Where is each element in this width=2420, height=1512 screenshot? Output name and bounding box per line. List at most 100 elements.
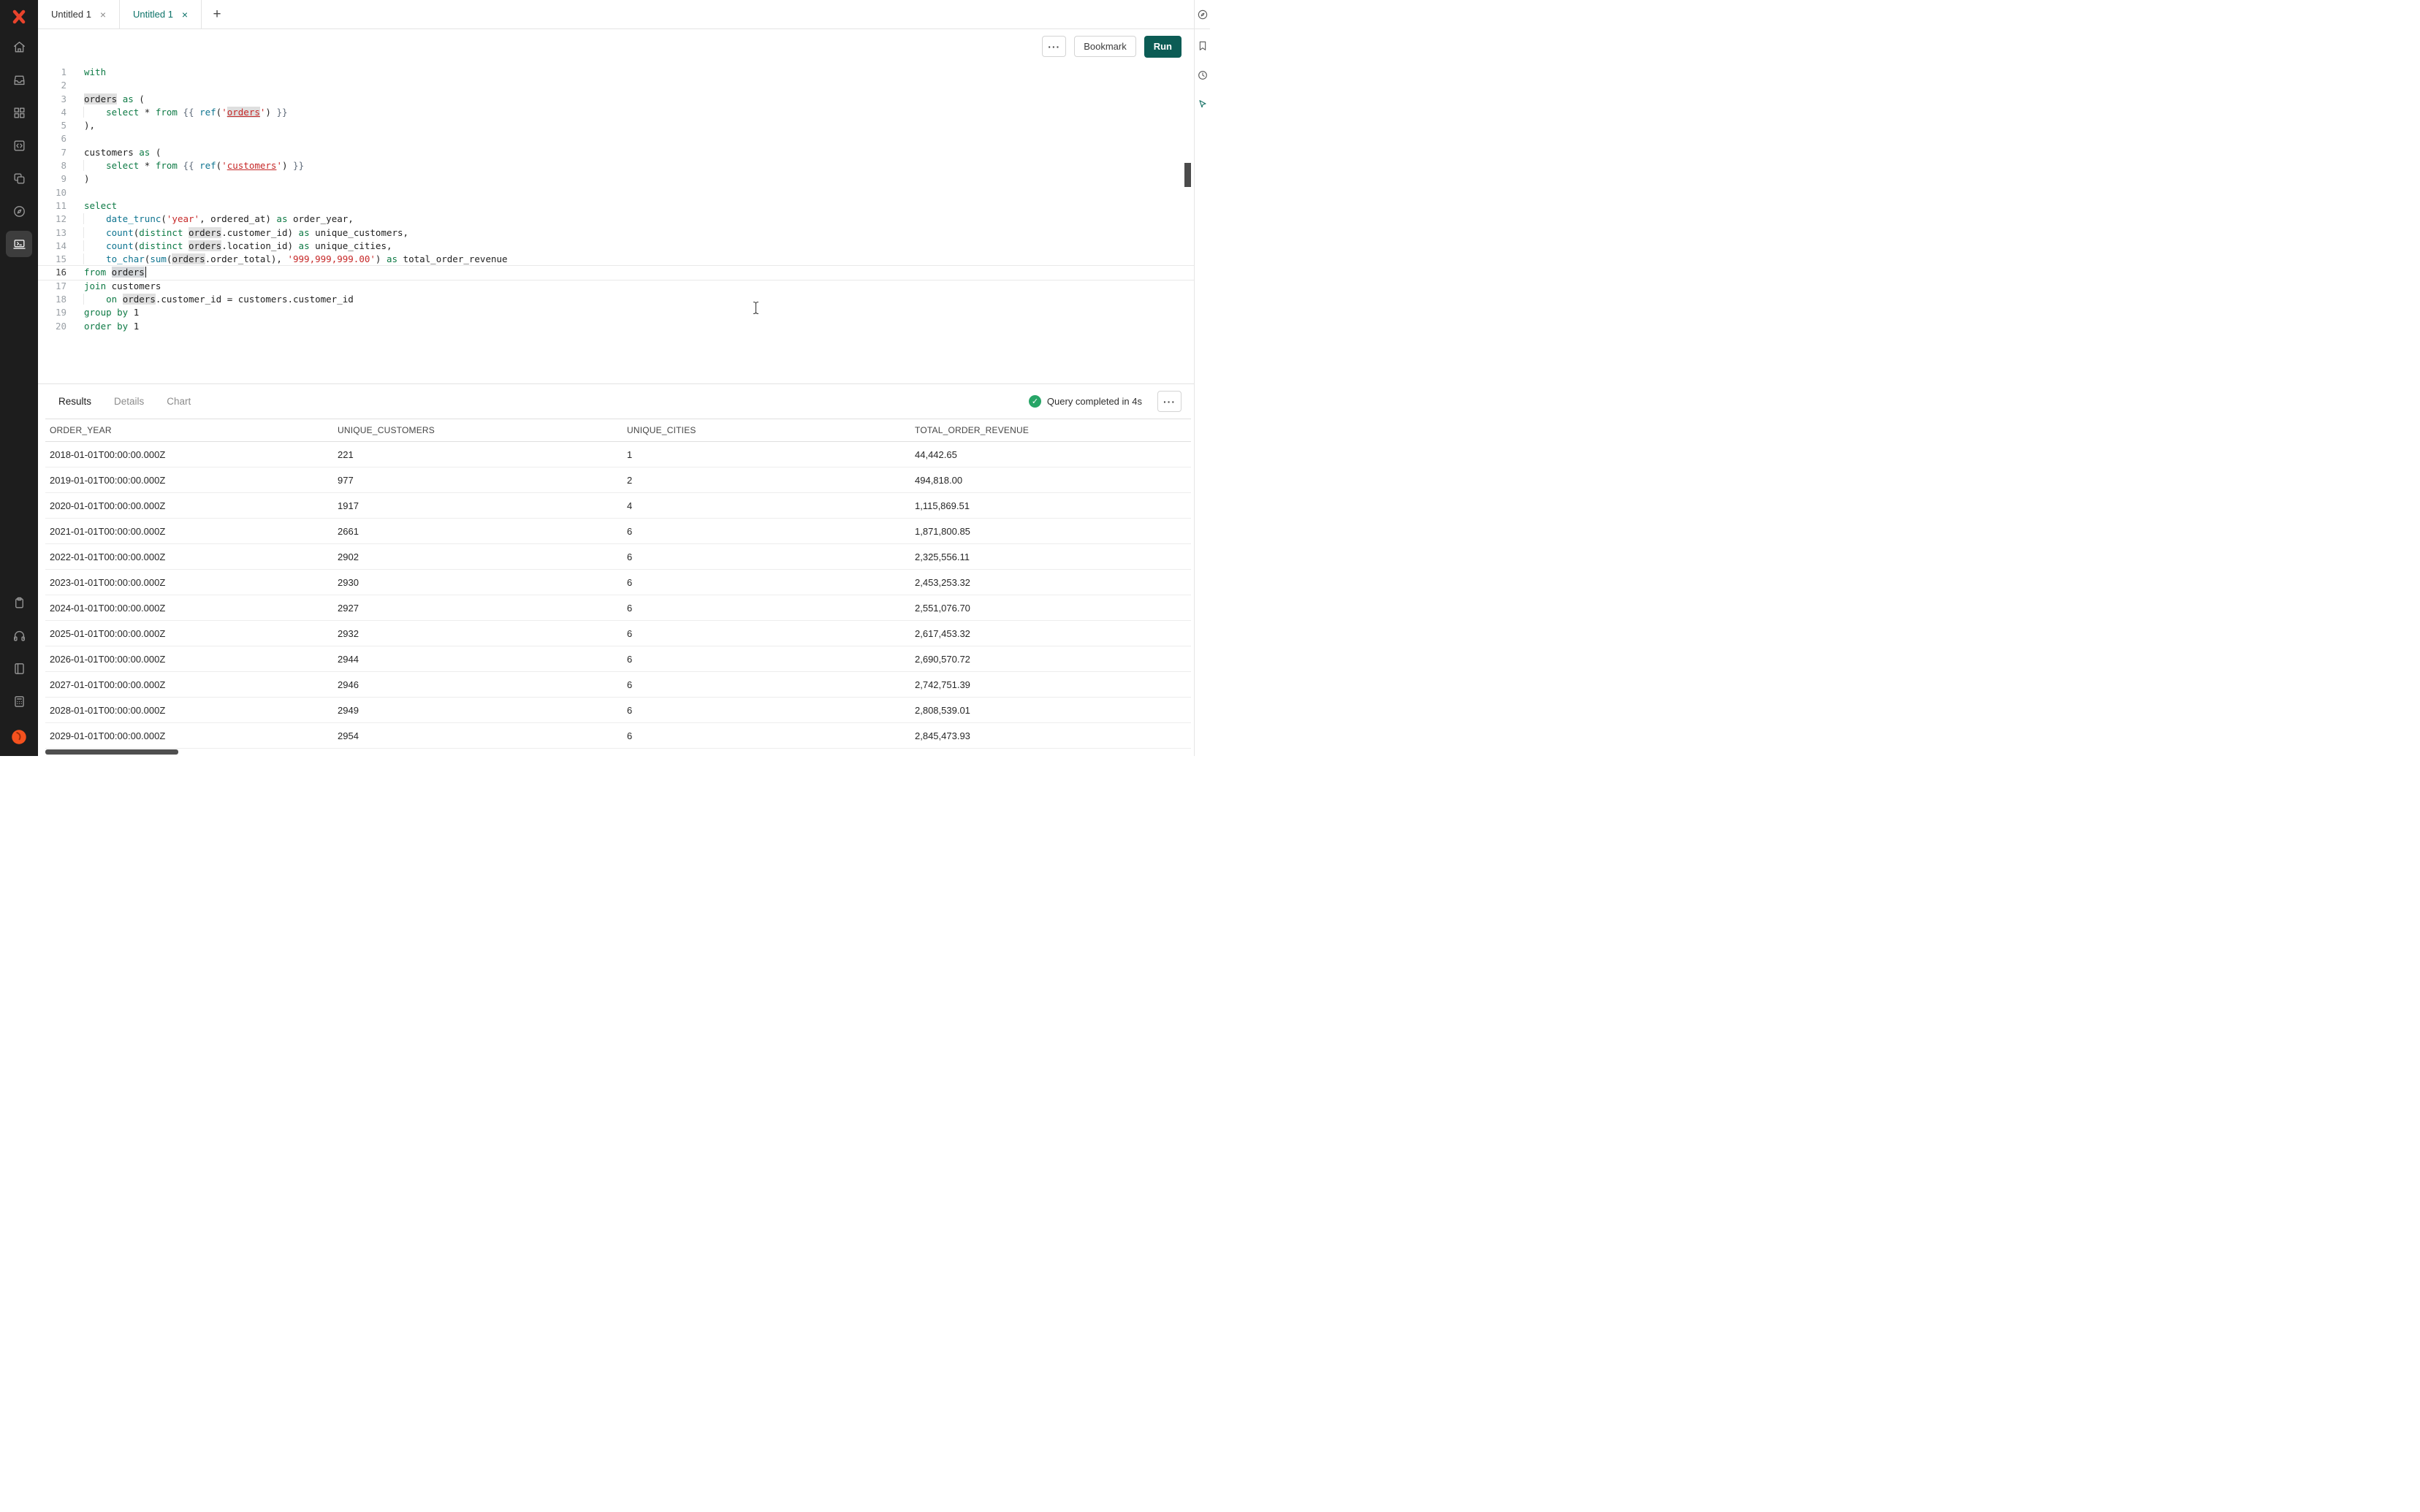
table-row[interactable]: 2029-01-01T00:00:00.000Z295462,845,473.9… [45, 723, 1191, 749]
code-line[interactable]: 12 date_trunc('year', ordered_at) as ord… [38, 213, 1194, 226]
table-cell: 2023-01-01T00:00:00.000Z [45, 570, 333, 595]
code-token: customers [106, 280, 161, 291]
calculator-icon [12, 695, 26, 709]
sidebar-item-terminal-active[interactable] [6, 231, 32, 257]
table-cell: 2019-01-01T00:00:00.000Z [45, 467, 333, 493]
table-row[interactable]: 2022-01-01T00:00:00.000Z290262,325,556.1… [45, 544, 1191, 570]
new-tab-button[interactable]: + [202, 0, 232, 28]
code-line[interactable]: 6 [38, 132, 1194, 145]
code-line[interactable]: 11select [38, 199, 1194, 213]
code-line[interactable]: 4 select * from {{ ref('orders') }} [38, 106, 1194, 119]
column-header[interactable]: UNIQUE_CITIES [623, 419, 910, 442]
app-logo[interactable] [0, 0, 38, 34]
code-token: from [156, 107, 178, 118]
editor-vertical-scrollbar[interactable] [1184, 163, 1191, 187]
code-line[interactable]: 9) [38, 172, 1194, 186]
code-line[interactable]: 20order by 1 [38, 320, 1194, 333]
code-token: from [156, 160, 178, 171]
table-cell: 2022-01-01T00:00:00.000Z [45, 544, 333, 570]
tab-untitled-2[interactable]: Untitled 1 × [120, 0, 202, 28]
code-token: as [387, 253, 397, 264]
code-line[interactable]: 1with [38, 66, 1194, 79]
sidebar-item-notebook[interactable] [6, 655, 32, 681]
tab-untitled-1[interactable]: Untitled 1 × [38, 0, 120, 28]
code-token: on [106, 294, 117, 305]
run-button[interactable]: Run [1144, 36, 1182, 58]
results-horizontal-scrollbar[interactable] [45, 749, 178, 755]
close-icon[interactable]: × [100, 9, 106, 20]
code-token: ref [199, 160, 216, 171]
code-line[interactable]: 2 [38, 79, 1194, 92]
code-line[interactable]: 18 on orders.customer_id = customers.cus… [38, 293, 1194, 306]
results-more-button[interactable]: ··· [1157, 391, 1182, 412]
code-line[interactable]: 13 count(distinct orders.customer_id) as… [38, 226, 1194, 240]
rail-bookmark-button[interactable] [1197, 40, 1209, 56]
table-row[interactable]: 2023-01-01T00:00:00.000Z293062,453,253.3… [45, 570, 1191, 595]
code-line[interactable]: 19group by 1 [38, 306, 1194, 319]
table-row[interactable]: 2019-01-01T00:00:00.000Z9772494,818.00 [45, 467, 1191, 493]
table-row[interactable]: 2018-01-01T00:00:00.000Z221144,442.65 [45, 442, 1191, 467]
sidebar-item-calculator[interactable] [6, 688, 32, 714]
code-token: customers [227, 160, 277, 171]
sql-code-editor[interactable]: 1with23orders as (4 select * from {{ ref… [38, 64, 1194, 383]
rail-copilot-button[interactable] [1195, 0, 1210, 29]
column-header[interactable]: TOTAL_ORDER_REVENUE [910, 419, 1191, 442]
sidebar-item-inbox[interactable] [6, 66, 32, 93]
sidebar-item-copy[interactable] [6, 165, 32, 191]
code-line-content: ), [66, 119, 95, 132]
code-line-content: ) [66, 172, 90, 186]
code-line[interactable]: 16from orders [38, 266, 1194, 279]
sidebar-item-home[interactable] [6, 34, 32, 60]
code-token: unique_customers, [310, 227, 408, 238]
main-column: Untitled 1 × Untitled 1 × + ··· Bookmark… [38, 0, 1194, 756]
code-token: order_year, [287, 213, 353, 224]
table-row[interactable]: 2025-01-01T00:00:00.000Z293262,617,453.3… [45, 621, 1191, 646]
table-cell: 2025-01-01T00:00:00.000Z [45, 621, 333, 646]
table-row[interactable]: 2021-01-01T00:00:00.000Z266161,871,800.8… [45, 519, 1191, 544]
tab-results[interactable]: Results [58, 396, 91, 407]
table-row[interactable]: 2026-01-01T00:00:00.000Z294462,690,570.7… [45, 646, 1191, 672]
sidebar-item-compass[interactable] [6, 198, 32, 224]
rail-cursor-button[interactable] [1197, 99, 1209, 114]
code-line[interactable]: 15 to_char(sum(orders.order_total), '999… [38, 253, 1194, 266]
table-cell: 2927 [333, 595, 623, 621]
table-row[interactable]: 2020-01-01T00:00:00.000Z191741,115,869.5… [45, 493, 1191, 519]
code-line[interactable]: 17join customers [38, 280, 1194, 293]
code-line[interactable]: 14 count(distinct orders.location_id) as… [38, 240, 1194, 253]
tab-chart[interactable]: Chart [167, 396, 191, 407]
user-avatar[interactable] [7, 725, 31, 749]
ellipsis-icon: ··· [1163, 396, 1176, 408]
code-line[interactable]: 8 select * from {{ ref('customers') }} [38, 159, 1194, 172]
tab-details[interactable]: Details [114, 396, 144, 407]
table-cell: 6 [623, 749, 910, 757]
table-cell: 2 [623, 467, 910, 493]
code-line[interactable]: 7customers as ( [38, 146, 1194, 159]
sidebar-item-apps[interactable] [6, 99, 32, 126]
code-line-content: to_char(sum(orders.order_total), '999,99… [66, 253, 508, 266]
table-cell: 1,871,800.85 [910, 519, 1191, 544]
table-cell: 2,453,253.32 [910, 570, 1191, 595]
code-line[interactable]: 10 [38, 186, 1194, 199]
bookmark-button[interactable]: Bookmark [1074, 36, 1136, 57]
code-token: select [106, 107, 139, 118]
sidebar-item-support[interactable] [6, 622, 32, 649]
table-header-row: ORDER_YEARUNIQUE_CUSTOMERSUNIQUE_CITIEST… [45, 419, 1191, 442]
more-options-button[interactable]: ··· [1042, 36, 1066, 57]
close-icon[interactable]: × [182, 9, 188, 20]
code-line-content: from orders [66, 266, 146, 279]
sidebar-item-clipboard[interactable] [6, 589, 32, 616]
sidebar-item-code-editor[interactable] [6, 132, 32, 159]
table-row[interactable]: 2030-01-01T00:00:00.000Z287961,841,049.3… [45, 749, 1191, 757]
rail-history-button[interactable] [1197, 69, 1209, 85]
column-header[interactable]: ORDER_YEAR [45, 419, 333, 442]
code-line-content [66, 186, 84, 199]
table-row[interactable]: 2024-01-01T00:00:00.000Z292762,551,076.7… [45, 595, 1191, 621]
line-number: 9 [38, 172, 66, 186]
code-token: ) [84, 173, 90, 184]
code-line[interactable]: 5), [38, 119, 1194, 132]
table-row[interactable]: 2027-01-01T00:00:00.000Z294662,742,751.3… [45, 672, 1191, 698]
code-line[interactable]: 3orders as ( [38, 93, 1194, 106]
table-row[interactable]: 2028-01-01T00:00:00.000Z294962,808,539.0… [45, 698, 1191, 723]
code-token: ) [265, 107, 276, 118]
column-header[interactable]: UNIQUE_CUSTOMERS [333, 419, 623, 442]
